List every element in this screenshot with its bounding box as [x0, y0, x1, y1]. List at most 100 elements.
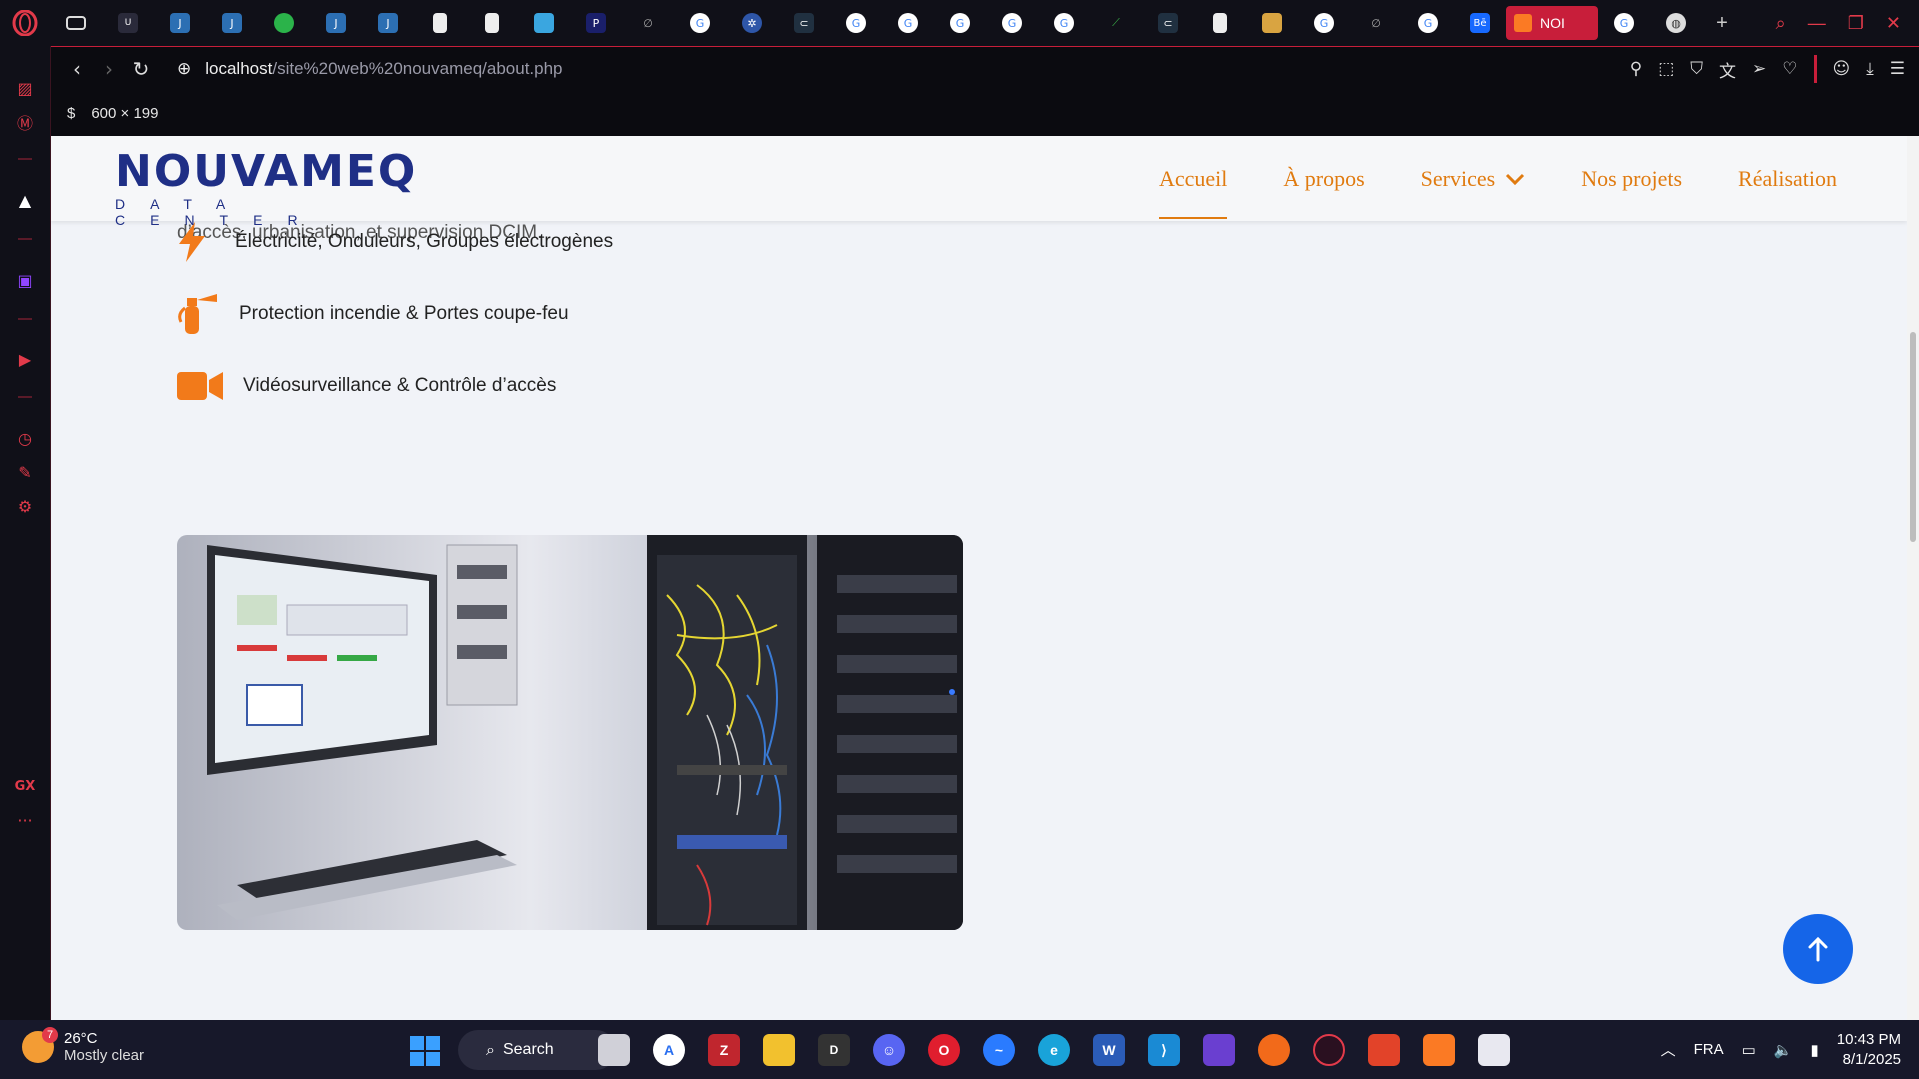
back-to-top-button[interactable]	[1783, 914, 1853, 984]
tab-gear-site-icon[interactable]: ✲	[726, 0, 778, 46]
tab-site-icon[interactable]: J	[362, 0, 414, 46]
snipping-tool-icon[interactable]	[1478, 1034, 1510, 1066]
tab-site-icon[interactable]: J	[206, 0, 258, 46]
discord-icon[interactable]: ☺	[873, 1034, 905, 1066]
forward-button[interactable]: ›	[93, 57, 125, 81]
word-icon[interactable]: W	[1093, 1034, 1125, 1066]
extensions-icon[interactable]: ✎	[13, 460, 37, 484]
close-icon[interactable]: ✕	[1886, 13, 1901, 34]
d-app-icon[interactable]: D	[818, 1034, 850, 1066]
tab-slash-icon[interactable]: ∅	[1350, 0, 1402, 46]
windows-start-icon[interactable]	[410, 1036, 440, 1066]
tab-code-icon[interactable]: ⊂	[1142, 0, 1194, 46]
translate-icon[interactable]: 文	[1719, 57, 1736, 82]
tab-document-icon[interactable]	[414, 0, 466, 46]
tab-google-icon[interactable]: G	[882, 0, 934, 46]
tab-google-icon[interactable]: G	[1038, 0, 1090, 46]
pin-icon[interactable]: ⚲	[1630, 59, 1642, 79]
player-icon[interactable]: ▶	[13, 347, 37, 371]
tab-circle-icon[interactable]	[258, 0, 310, 46]
site-logo[interactable]: NOUVAMEQ DATA CENTER	[115, 150, 415, 229]
messenger-icon[interactable]: ~	[983, 1034, 1015, 1066]
restore-icon[interactable]: ❐	[1848, 13, 1864, 34]
snapshot-icon[interactable]: ⬚	[1658, 59, 1674, 79]
tab-google-icon[interactable]: G	[674, 0, 726, 46]
arrow-up-icon	[1808, 936, 1828, 962]
weather-widget[interactable]: 7 26°C Mostly clear	[22, 1027, 144, 1064]
tab-behance-icon[interactable]: Bē	[1454, 0, 1506, 46]
reload-button[interactable]: ↻	[125, 57, 157, 81]
tab-box-icon[interactable]	[1246, 0, 1298, 46]
tab-leaf-icon[interactable]: ⟋	[1090, 0, 1142, 46]
firefox-icon[interactable]	[1258, 1034, 1290, 1066]
chevron-up-icon[interactable]: ︿	[1661, 1039, 1676, 1060]
sidebar-divider	[18, 238, 32, 240]
minimize-icon[interactable]: —	[1808, 13, 1826, 34]
heart-icon[interactable]: ♡	[1782, 59, 1797, 79]
search-tabs-icon[interactable]: ⌕	[1776, 13, 1786, 34]
tab-document-icon[interactable]	[1194, 0, 1246, 46]
file-explorer-icon[interactable]	[763, 1034, 795, 1066]
app-store-icon[interactable]: A	[653, 1034, 685, 1066]
task-view-icon[interactable]	[598, 1034, 630, 1066]
tab-google-icon[interactable]: G	[1298, 0, 1350, 46]
opera-gx-logo-icon[interactable]	[0, 0, 50, 46]
filezilla-icon[interactable]: Z	[708, 1034, 740, 1066]
send-icon[interactable]: ➢	[1752, 59, 1766, 79]
opera-gx-taskbar-icon[interactable]	[1313, 1034, 1345, 1066]
page-scrollbar[interactable]	[1907, 136, 1919, 1020]
chevron-down-icon	[1506, 173, 1525, 185]
tab-google-icon[interactable]: G	[830, 0, 882, 46]
tab-p-icon[interactable]: P	[570, 0, 622, 46]
battery-icon[interactable]: ▮	[1811, 1041, 1819, 1059]
scrollbar-thumb[interactable]	[1910, 332, 1916, 542]
vscode-icon[interactable]: ⟩	[1148, 1034, 1180, 1066]
active-tab[interactable]: NOI	[1506, 6, 1598, 40]
tab-slash-icon[interactable]: ∅	[622, 0, 674, 46]
tab-code-icon[interactable]: ⊂	[778, 0, 830, 46]
download-icon[interactable]: ⤓	[1866, 59, 1874, 79]
clock[interactable]: 10:43 PM 8/1/2025	[1837, 1030, 1901, 1070]
tab-google-icon[interactable]: G	[1598, 0, 1650, 46]
nav-realisation[interactable]: Réalisation	[1738, 136, 1837, 221]
gmail-icon[interactable]: Ⓜ	[13, 110, 37, 134]
tab-globe-icon[interactable]: ◍	[1650, 0, 1702, 46]
profile-icon[interactable]: ☺	[1833, 59, 1851, 79]
back-button[interactable]: ‹	[61, 57, 93, 81]
volume-icon[interactable]: 🔈	[1774, 1041, 1793, 1059]
new-tab-button[interactable]: +	[1702, 12, 1742, 35]
gx-control-label[interactable]: GX	[13, 774, 37, 798]
url-field[interactable]: ⊕ localhost/site%20web%20nouvameq/about.…	[177, 59, 563, 79]
nav-accueil[interactable]: Accueil	[1158, 136, 1228, 221]
more-icon[interactable]: ···	[13, 808, 37, 832]
tab-gamepad-icon[interactable]	[50, 0, 102, 46]
gitlab-icon[interactable]	[1368, 1034, 1400, 1066]
history-icon[interactable]: ◷	[13, 426, 37, 450]
gx-corner-icon[interactable]: ▨	[13, 76, 37, 100]
xampp-taskbar-icon[interactable]	[1423, 1034, 1455, 1066]
tab-google-icon[interactable]: G	[986, 0, 1038, 46]
tab-diamond-icon[interactable]	[518, 0, 570, 46]
shield-icon[interactable]: ⛉	[1690, 59, 1703, 79]
nav-a-propos[interactable]: À propos	[1283, 136, 1364, 221]
twitch-icon[interactable]: ▣	[13, 268, 37, 292]
m365-icon[interactable]	[1203, 1034, 1235, 1066]
network-icon[interactable]: ▭	[1742, 1041, 1756, 1059]
tab-site-icon[interactable]: J	[310, 0, 362, 46]
language-indicator[interactable]: FRA	[1694, 1041, 1724, 1058]
nav-services[interactable]: Services	[1421, 136, 1526, 221]
tab-google-icon[interactable]: G	[934, 0, 986, 46]
xampp-icon	[1514, 14, 1532, 32]
menu-icon[interactable]: ☰	[1890, 59, 1905, 79]
opera-icon[interactable]: O	[928, 1034, 960, 1066]
browser-sidebar: ▨ Ⓜ ▲ ▣ ▶ ◷ ✎ ⚙ GX ···	[0, 46, 51, 1020]
nav-nos-projets[interactable]: Nos projets	[1581, 136, 1682, 221]
tab-unis-icon[interactable]: U	[102, 0, 154, 46]
aria-icon[interactable]: ▲	[13, 188, 37, 212]
tab-site-icon[interactable]: J	[154, 0, 206, 46]
taskbar-search[interactable]: ⌕ Search	[458, 1030, 616, 1070]
settings-icon[interactable]: ⚙	[13, 494, 37, 518]
edge-icon[interactable]: e	[1038, 1034, 1070, 1066]
tab-google-icon[interactable]: G	[1402, 0, 1454, 46]
tab-document-icon[interactable]	[466, 0, 518, 46]
